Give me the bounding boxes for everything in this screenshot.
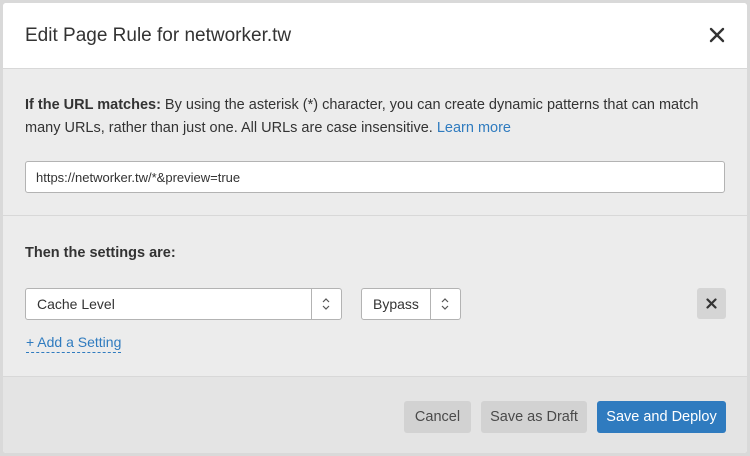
edit-page-rule-dialog: Edit Page Rule for networker.tw If the U… [3,3,747,453]
save-and-deploy-button[interactable]: Save and Deploy [597,401,726,433]
setting-value-text: Bypass [373,296,419,312]
close-button[interactable] [707,25,727,45]
updown-arrows-icon [441,298,449,310]
save-as-draft-button[interactable]: Save as Draft [481,401,587,433]
settings-section: Then the settings are: Cache Level Bypas… [3,216,747,377]
dialog-header: Edit Page Rule for networker.tw [3,3,747,69]
updown-arrows-icon [322,298,330,310]
learn-more-link[interactable]: Learn more [437,120,511,136]
remove-setting-button[interactable] [697,288,726,319]
url-match-description: If the URL matches: By using the asteris… [25,94,725,140]
url-match-label: If the URL matches: [25,97,161,113]
setting-type-stepper[interactable] [311,289,341,319]
setting-type-select[interactable]: Cache Level [25,288,342,320]
add-setting-link[interactable]: + Add a Setting [26,334,122,353]
setting-type-value: Cache Level [37,296,115,312]
dialog-title: Edit Page Rule for networker.tw [25,25,292,46]
url-match-section: If the URL matches: By using the asteris… [3,69,747,216]
close-icon [709,27,725,43]
cancel-button[interactable]: Cancel [404,401,471,433]
remove-icon [706,298,717,309]
setting-value-stepper[interactable] [430,289,460,319]
setting-value-select[interactable]: Bypass [361,288,461,320]
dialog-footer: Cancel Save as Draft Save and Deploy [3,377,747,453]
url-pattern-input[interactable] [25,161,725,193]
settings-title: Then the settings are: [25,245,176,261]
